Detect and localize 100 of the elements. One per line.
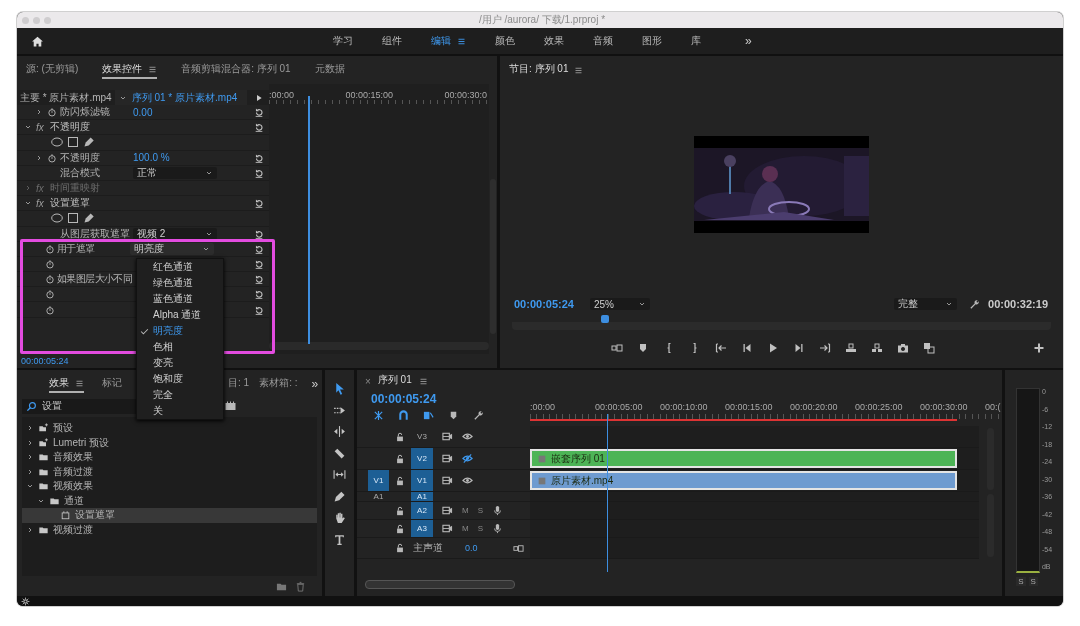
workspace-tab[interactable]: 颜色 (487, 34, 523, 48)
microphone-icon[interactable] (492, 523, 503, 534)
reset-icon[interactable] (254, 228, 264, 239)
reset-icon[interactable] (254, 122, 264, 133)
play-icon[interactable] (255, 93, 263, 102)
workspace-tab[interactable]: 效果 (536, 34, 572, 48)
track-target[interactable]: A3 (411, 520, 433, 537)
stopwatch-icon[interactable] (45, 304, 55, 315)
stopwatch-icon[interactable] (45, 243, 55, 254)
zoom-scrollbar[interactable] (269, 342, 489, 350)
ellipse-icon[interactable] (51, 212, 63, 225)
property-value[interactable]: 0.00 (133, 106, 153, 118)
stopwatch-icon[interactable] (47, 152, 57, 163)
track-target[interactable]: A2 (411, 502, 433, 519)
solo-button[interactable]: S (477, 524, 483, 533)
menu-item[interactable]: Alpha 通道 (137, 307, 223, 323)
menu-item[interactable]: 明亮度 (137, 323, 223, 339)
menu-icon[interactable] (418, 376, 428, 386)
menu-item[interactable]: 色相 (137, 339, 223, 355)
clip[interactable]: 嵌套序列 01 (530, 449, 957, 468)
track-target[interactable]: A1 (411, 492, 433, 501)
track-target[interactable]: V1 (411, 470, 433, 491)
dropdown[interactable]: 明亮度 (130, 242, 214, 255)
chevron-right-icon[interactable] (35, 108, 43, 117)
pen-tool-icon[interactable] (333, 489, 346, 503)
go-to-out-icon[interactable] (818, 342, 831, 354)
panel-tab[interactable]: 素材箱: : (259, 375, 298, 393)
panel-tab[interactable]: 元数据 (314, 61, 345, 79)
linked-selection-icon[interactable] (423, 410, 434, 421)
menu-item[interactable]: 蓝色通道 (137, 291, 223, 307)
close-button[interactable]: × (365, 375, 371, 387)
workspace-tab[interactable]: 图形 (634, 34, 670, 48)
yuv-filter-icon[interactable] (224, 400, 237, 412)
panel-tab[interactable]: 目: 1 (228, 375, 250, 393)
chevron-right-icon[interactable] (35, 153, 43, 162)
stopwatch-icon[interactable] (45, 289, 55, 300)
sync-lock-icon[interactable] (442, 453, 453, 464)
menu-item[interactable]: 变亮 (137, 355, 223, 371)
panel-tab[interactable]: 效果控件 (102, 61, 158, 79)
panel-tab[interactable]: 音频剪辑混合器: 序列 01 (181, 61, 291, 79)
property-value[interactable]: 100.0 % (133, 152, 170, 164)
lock-icon[interactable] (395, 431, 405, 442)
chevron-right-icon[interactable] (26, 438, 34, 447)
lock-icon[interactable] (395, 505, 405, 516)
lock-icon[interactable] (395, 453, 405, 464)
selection-tool-icon[interactable] (333, 382, 346, 395)
pen-icon[interactable] (83, 212, 95, 225)
camera-icon[interactable] (896, 342, 909, 354)
menu-icon[interactable] (457, 36, 466, 46)
go-to-in-icon[interactable] (714, 342, 727, 354)
chevron-right-icon[interactable] (26, 453, 34, 462)
slip-tool-icon[interactable] (333, 468, 346, 481)
ripple-tool-icon[interactable] (333, 425, 346, 438)
quality-dropdown[interactable]: 完整 (894, 298, 958, 310)
nest-icon[interactable] (373, 410, 384, 421)
solo-button[interactable]: S (477, 506, 483, 515)
mute-button[interactable]: M (462, 524, 469, 533)
reset-icon[interactable] (254, 274, 264, 285)
menu-icon[interactable] (574, 65, 584, 75)
stopwatch-icon[interactable] (47, 107, 57, 118)
tree-item[interactable]: 通道 (22, 493, 317, 508)
button-editor-icon[interactable] (610, 342, 623, 354)
more-panels-button[interactable]: » (311, 377, 319, 391)
settings-wrench-icon[interactable] (473, 410, 484, 421)
microphone-icon[interactable] (492, 505, 503, 516)
pen-icon[interactable] (83, 136, 95, 149)
home-icon[interactable] (31, 34, 44, 48)
eye-off-icon[interactable] (462, 453, 473, 464)
lift-icon[interactable] (844, 342, 857, 354)
plus-icon[interactable] (1033, 342, 1045, 354)
workspace-tab[interactable]: 组件 (374, 34, 410, 48)
reset-icon[interactable] (254, 152, 264, 163)
panel-tab[interactable]: 效果 (49, 375, 84, 393)
square-icon[interactable] (67, 136, 79, 149)
chevron-right-icon[interactable] (26, 525, 34, 534)
mute-button[interactable]: M (462, 506, 469, 515)
tree-item[interactable]: 视频效果 (22, 479, 317, 494)
tree-item[interactable]: 视频过渡 (22, 522, 317, 537)
panel-tab[interactable]: 源: (无剪辑) (26, 61, 79, 79)
track-target[interactable]: V3 (411, 426, 433, 447)
ellipse-icon[interactable] (51, 136, 63, 149)
reset-icon[interactable] (254, 167, 264, 178)
hand-tool-icon[interactable] (333, 511, 346, 524)
lock-icon[interactable] (395, 523, 405, 534)
workspace-tab[interactable]: 学习 (325, 34, 361, 48)
chevron-right-icon[interactable] (26, 424, 34, 433)
sync-lock-icon[interactable] (442, 431, 453, 442)
playhead[interactable] (601, 315, 609, 323)
menu-icon[interactable] (148, 64, 158, 74)
trash-icon[interactable] (295, 580, 306, 592)
reset-icon[interactable] (254, 289, 264, 300)
sync-lock-icon[interactable] (442, 505, 453, 516)
menu-icon[interactable] (75, 378, 84, 388)
tree-item[interactable]: 预设 (22, 421, 317, 436)
scrollbar[interactable] (365, 579, 515, 589)
solo-button[interactable]: S (1016, 577, 1026, 586)
volume-value[interactable]: 0.0 (465, 543, 478, 553)
snap-magnet-icon[interactable] (398, 410, 409, 421)
status-icon[interactable] (21, 596, 30, 606)
reset-icon[interactable] (254, 304, 264, 315)
